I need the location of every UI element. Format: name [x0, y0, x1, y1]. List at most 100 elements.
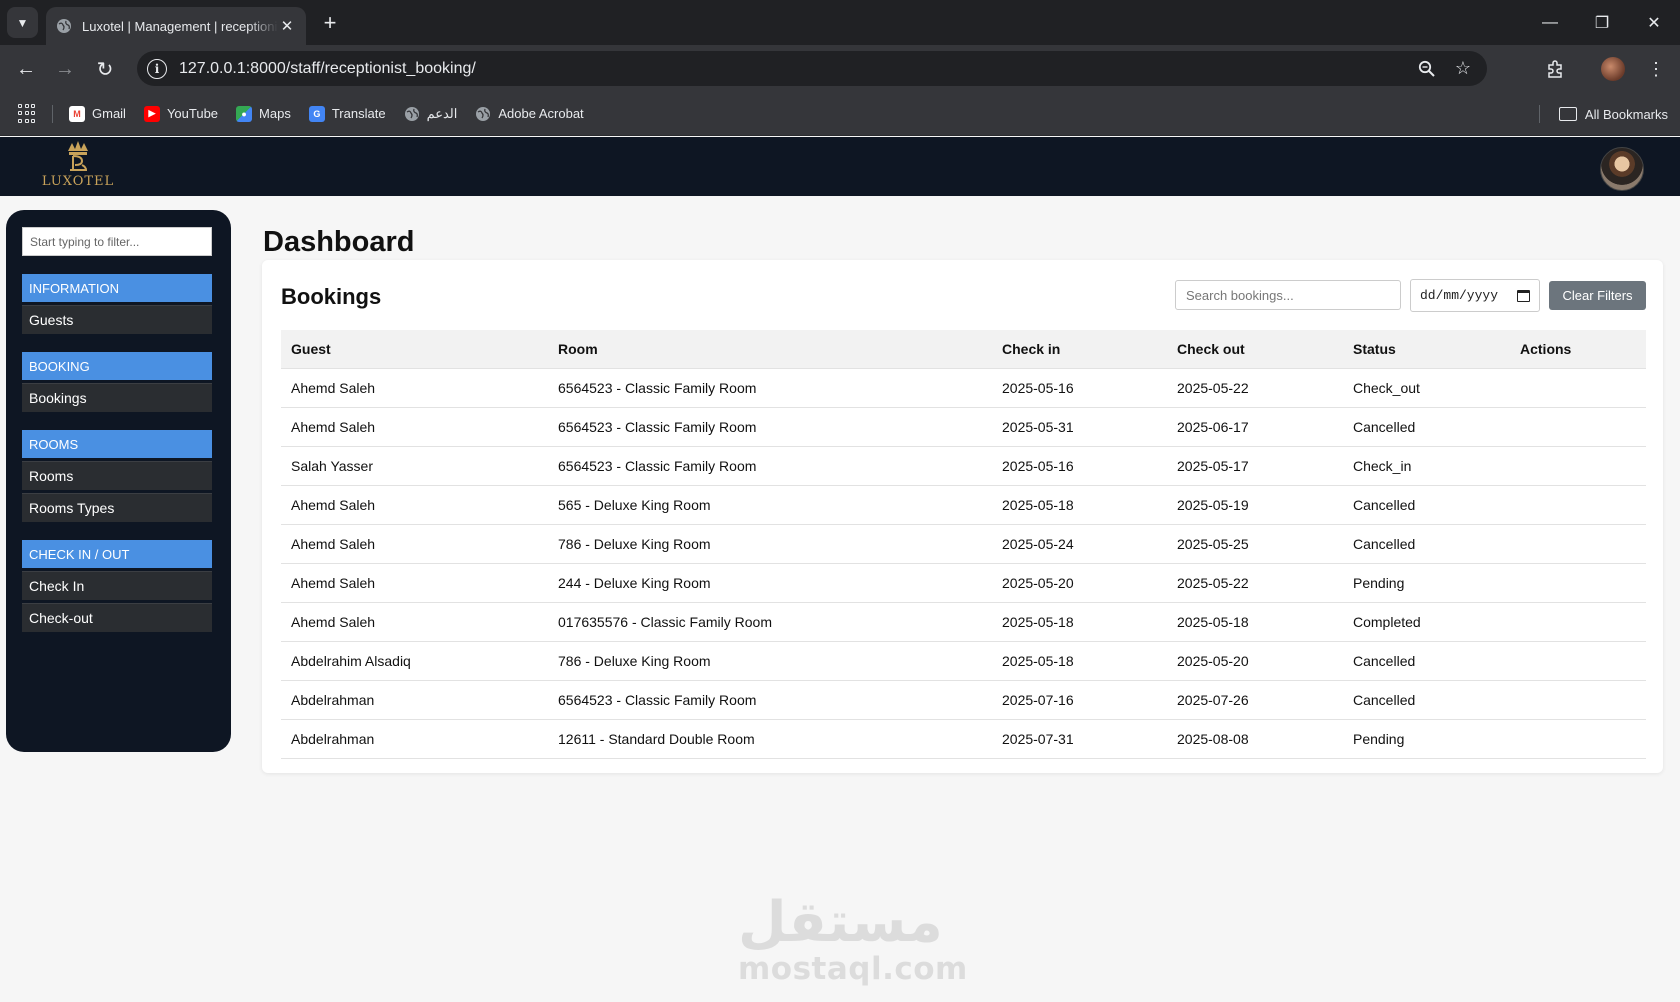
sidebar-heading: INFORMATION: [22, 274, 212, 302]
cell-actions[interactable]: [1510, 368, 1646, 407]
cell-check-in: 2025-07-16: [1002, 691, 1074, 708]
cell-check-out: 2025-05-19: [1177, 496, 1249, 513]
bookmark-adobe-acrobat[interactable]: Adobe Acrobat: [475, 106, 584, 122]
table-row[interactable]: Salah Yasser 6564523 - Classic Family Ro…: [281, 446, 1646, 485]
address-url[interactable]: 127.0.0.1:8000/staff/receptionist_bookin…: [179, 60, 1415, 78]
extensions-icon[interactable]: [1541, 55, 1569, 83]
sidebar-heading: BOOKING: [22, 352, 212, 380]
restore-icon[interactable]: ❐: [1576, 0, 1628, 45]
table-row[interactable]: Ahemd Saleh 6564523 - Classic Family Roo…: [281, 407, 1646, 446]
cell-check-in: 2025-05-18: [1002, 613, 1074, 630]
column-header-guest[interactable]: Guest: [281, 330, 548, 368]
card-title: Bookings: [281, 284, 382, 309]
forward-arrow-icon[interactable]: →: [51, 55, 79, 83]
cell-actions[interactable]: [1510, 602, 1646, 641]
table-row[interactable]: Abdelrahman 12611 - Standard Double Room…: [281, 719, 1646, 758]
profile-avatar[interactable]: [1599, 55, 1627, 83]
close-window-icon[interactable]: ✕: [1628, 0, 1680, 45]
apps-grid-icon[interactable]: [18, 103, 38, 124]
table-row[interactable]: Abdelrahim Alsadiq 786 - Deluxe King Roo…: [281, 641, 1646, 680]
cell-check-in: 2025-05-18: [1002, 496, 1074, 513]
cell-room: 6564523 - Classic Family Room: [558, 691, 757, 708]
cell-status: Pending: [1353, 730, 1405, 747]
new-tab-icon[interactable]: +: [318, 10, 342, 35]
date-filter-input[interactable]: dd/mm/yyyy: [1410, 279, 1540, 312]
table-row[interactable]: Ahemd Saleh 017635576 - Classic Family R…: [281, 602, 1646, 641]
table-header-row: Guest Room Check in Check out Status Act…: [281, 330, 1646, 368]
cell-room: 565 - Deluxe King Room: [558, 496, 711, 513]
browser-toolbar: ← → ↻ i 127.0.0.1:8000/staff/receptionis…: [0, 45, 1680, 92]
cell-check-in: 2025-05-18: [1002, 652, 1074, 669]
bookmark-star-icon[interactable]: ☆: [1451, 57, 1475, 81]
site-info-icon[interactable]: i: [147, 58, 167, 79]
bookmark-maps[interactable]: ● Maps: [236, 105, 291, 122]
bookings-card: Bookings dd/mm/yyyy Clear Filters Guest …: [262, 260, 1663, 773]
sidebar-item-bookings[interactable]: Bookings: [22, 383, 212, 412]
cell-actions[interactable]: [1510, 563, 1646, 602]
cell-actions[interactable]: [1510, 680, 1646, 719]
sidebar-item-check-in[interactable]: Check In: [22, 571, 212, 600]
cell-guest: Ahemd Saleh: [291, 379, 376, 396]
bookmark-translate[interactable]: G Translate: [308, 105, 386, 122]
reload-icon[interactable]: ↻: [91, 55, 119, 83]
table-row[interactable]: Abdelrahman 6564523 - Classic Family Roo…: [281, 680, 1646, 719]
all-bookmarks-button[interactable]: All Bookmarks: [1558, 92, 1668, 136]
cell-check-out: 2025-06-17: [1177, 418, 1249, 435]
tab-close-icon[interactable]: ✕: [278, 17, 296, 35]
back-arrow-icon[interactable]: ←: [12, 55, 40, 83]
sidebar-item-rooms[interactable]: Rooms: [22, 461, 212, 490]
clear-filters-button[interactable]: Clear Filters: [1549, 281, 1646, 310]
kebab-menu-icon[interactable]: ⋮: [1642, 55, 1670, 83]
column-header-status[interactable]: Status: [1343, 330, 1510, 368]
column-header-room[interactable]: Room: [548, 330, 992, 368]
cell-actions[interactable]: [1510, 407, 1646, 446]
column-header-check-out[interactable]: Check out: [1167, 330, 1343, 368]
sidebar-item-rooms-types[interactable]: Rooms Types: [22, 493, 212, 522]
sidebar-item-guests[interactable]: Guests: [22, 305, 212, 334]
cell-check-out: 2025-05-18: [1177, 613, 1249, 630]
user-avatar[interactable]: [1600, 147, 1644, 191]
mostaql-watermark: مستقل mostaql.com: [738, 890, 967, 988]
sidebar-item-check-out[interactable]: Check-out: [22, 603, 212, 632]
date-placeholder: dd/mm/yyyy: [1420, 288, 1499, 303]
bookmark-gmail[interactable]: M Gmail: [69, 105, 126, 122]
globe-icon: [57, 19, 71, 33]
cell-room: 12611 - Standard Double Room: [558, 730, 755, 747]
bookmark-youtube[interactable]: ▶ YouTube: [143, 105, 218, 122]
all-bookmarks-label: All Bookmarks: [1584, 106, 1668, 122]
sidebar-group-check-in-out: CHECK IN / OUT Check In Check-out: [22, 540, 215, 632]
sidebar-group-information: INFORMATION Guests: [22, 274, 215, 334]
tab-search-chevron-icon[interactable]: ▼: [7, 7, 38, 38]
sidebar-filter-input[interactable]: [22, 227, 212, 256]
cell-actions[interactable]: [1510, 446, 1646, 485]
bookmarks-bar: M Gmail ▶ YouTube ● Maps G Translate الد…: [0, 92, 1680, 136]
cell-room: 6564523 - Classic Family Room: [558, 379, 757, 396]
calendar-icon[interactable]: [1517, 289, 1530, 302]
table-row[interactable]: Ahemd Saleh 244 - Deluxe King Room 2025-…: [281, 563, 1646, 602]
cell-room: 786 - Deluxe King Room: [558, 535, 711, 552]
bookmark-label: Gmail: [92, 106, 126, 121]
cell-guest: Ahemd Saleh: [291, 418, 376, 435]
sidebar-group-booking: BOOKING Bookings: [22, 352, 215, 412]
cell-check-in: 2025-05-24: [1002, 535, 1074, 552]
search-bookings-input[interactable]: [1175, 280, 1401, 310]
watermark-arabic: مستقل: [738, 890, 943, 955]
cell-actions[interactable]: [1510, 641, 1646, 680]
cell-actions[interactable]: [1510, 485, 1646, 524]
cell-room: 6564523 - Classic Family Room: [558, 418, 757, 435]
cell-actions[interactable]: [1510, 524, 1646, 563]
table-row[interactable]: Ahemd Saleh 565 - Deluxe King Room 2025-…: [281, 485, 1646, 524]
minimize-icon[interactable]: —: [1524, 0, 1576, 45]
bookmark-support[interactable]: الدعم: [404, 106, 457, 122]
table-row[interactable]: Ahemd Saleh 786 - Deluxe King Room 2025-…: [281, 524, 1646, 563]
cell-check-in: 2025-05-31: [1002, 418, 1074, 435]
cell-actions[interactable]: [1510, 719, 1646, 758]
browser-tab[interactable]: Luxotel | Management | receptionist_book…: [46, 7, 306, 45]
column-header-check-in[interactable]: Check in: [992, 330, 1167, 368]
cell-status: Completed: [1353, 613, 1421, 630]
address-bar[interactable]: i 127.0.0.1:8000/staff/receptionist_book…: [137, 51, 1487, 86]
zoom-icon[interactable]: [1415, 57, 1439, 81]
tab-title: Luxotel | Management | receptionist_book…: [82, 18, 278, 34]
table-row[interactable]: Ahemd Saleh 6564523 - Classic Family Roo…: [281, 368, 1646, 407]
luxotel-logo[interactable]: LUXOTEL: [38, 139, 118, 195]
